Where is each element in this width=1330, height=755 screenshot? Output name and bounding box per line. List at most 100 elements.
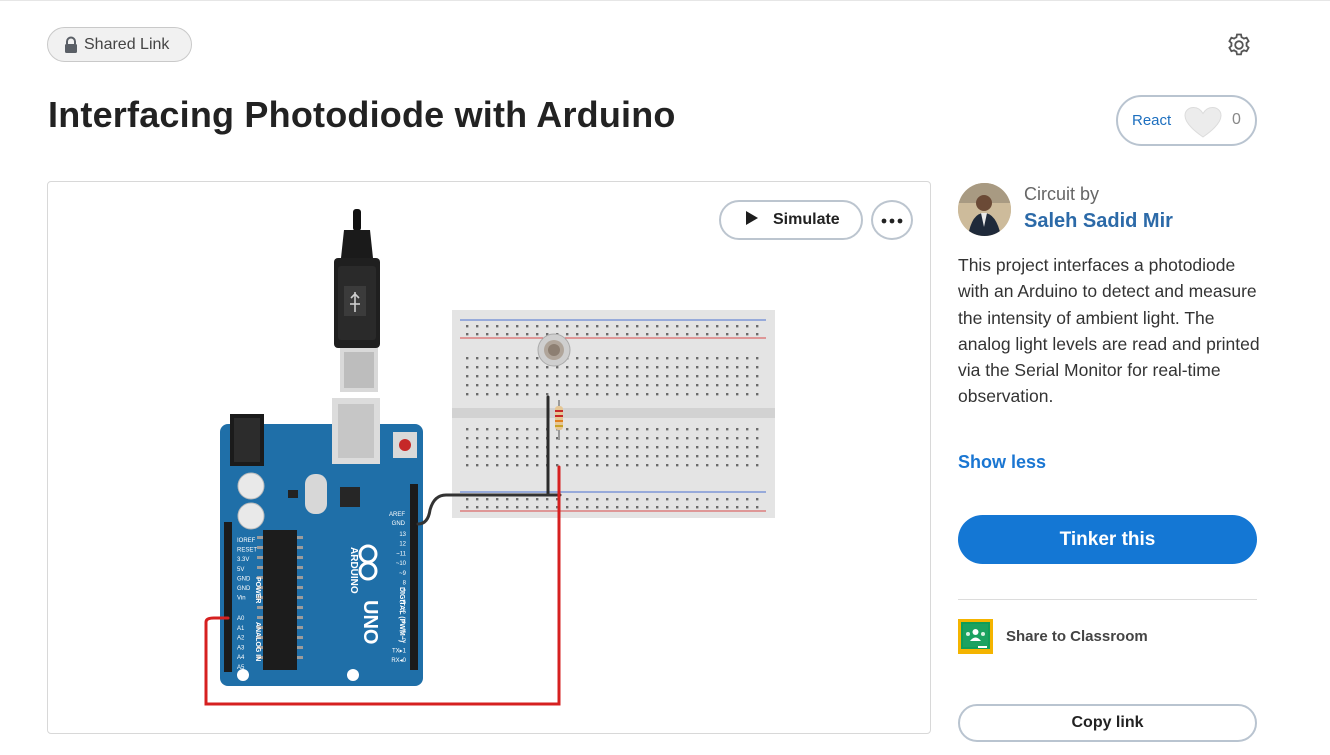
breadboard-hole: [586, 333, 589, 336]
breadboard-hole: [696, 384, 699, 387]
breadboard-hole: [566, 437, 569, 440]
react-button[interactable]: React 0: [1116, 95, 1257, 146]
breadboard-hole: [616, 464, 619, 467]
breadboard-hole: [616, 455, 619, 458]
breadboard-hole: [736, 375, 739, 378]
arduino-analog-label: ANALOG IN: [254, 622, 261, 661]
breadboard-hole: [706, 393, 709, 396]
breadboard-hole: [746, 464, 749, 467]
breadboard-hole: [486, 333, 489, 336]
breadboard-hole: [496, 455, 499, 458]
breadboard-hole: [716, 428, 719, 431]
breadboard-hole: [746, 506, 749, 509]
breadboard-hole: [646, 498, 649, 501]
breadboard-hole: [616, 446, 619, 449]
simulate-button[interactable]: Simulate: [719, 200, 863, 240]
show-less-link[interactable]: Show less: [958, 452, 1046, 473]
breadboard-hole: [686, 446, 689, 449]
breadboard-hole: [526, 428, 529, 431]
breadboard-hole: [616, 428, 619, 431]
pin-label-analog: A4: [237, 655, 245, 661]
breadboard-hole: [596, 498, 599, 501]
tinker-this-button[interactable]: Tinker this: [958, 515, 1257, 564]
breadboard-hole: [496, 366, 499, 369]
breadboard-hole: [616, 498, 619, 501]
breadboard-hole: [606, 357, 609, 360]
breadboard-hole: [466, 375, 469, 378]
breadboard-hole: [516, 366, 519, 369]
breadboard-hole: [666, 357, 669, 360]
breadboard-hole: [646, 384, 649, 387]
breadboard-hole: [536, 333, 539, 336]
breadboard-hole: [576, 375, 579, 378]
breadboard-hole: [576, 357, 579, 360]
breadboard-hole: [466, 498, 469, 501]
heart-icon: [1184, 106, 1222, 143]
breadboard-hole: [516, 357, 519, 360]
breadboard-hole: [526, 366, 529, 369]
breadboard-hole: [556, 455, 559, 458]
breadboard-hole: [616, 437, 619, 440]
breadboard-hole: [516, 506, 519, 509]
breadboard-hole: [626, 455, 629, 458]
breadboard-hole: [636, 325, 639, 328]
breadboard-hole: [696, 366, 699, 369]
breadboard-hole: [616, 393, 619, 396]
photodiode: [537, 333, 571, 367]
breadboard-hole: [636, 498, 639, 501]
breadboard-hole: [676, 325, 679, 328]
copy-link-button[interactable]: Copy link: [958, 704, 1257, 742]
breadboard-hole: [686, 366, 689, 369]
breadboard-hole: [506, 325, 509, 328]
breadboard-hole: [486, 375, 489, 378]
breadboard-hole: [756, 384, 759, 387]
breadboard-hole: [546, 506, 549, 509]
author-avatar[interactable]: [958, 183, 1011, 236]
share-to-classroom-button[interactable]: Share to Classroom: [958, 618, 1148, 654]
breadboard-hole: [666, 325, 669, 328]
breadboard-hole: [576, 506, 579, 509]
circuit-canvas[interactable]: ARDUINO UNO DIGITAL (PWM~) POWER ANALOG …: [47, 181, 931, 734]
breadboard-hole: [646, 366, 649, 369]
breadboard-hole: [566, 464, 569, 467]
breadboard: [452, 310, 775, 518]
breadboard-hole: [696, 357, 699, 360]
breadboard-hole: [716, 357, 719, 360]
breadboard-hole: [756, 357, 759, 360]
breadboard-hole: [676, 464, 679, 467]
breadboard-hole: [636, 366, 639, 369]
breadboard-hole: [546, 375, 549, 378]
breadboard-hole: [756, 428, 759, 431]
pin-label-digital: TX▸1: [392, 648, 407, 654]
breadboard-hole: [596, 393, 599, 396]
breadboard-hole: [746, 498, 749, 501]
breadboard-hole: [556, 375, 559, 378]
breadboard-hole: [756, 464, 759, 467]
breadboard-hole: [486, 464, 489, 467]
breadboard-hole: [716, 366, 719, 369]
breadboard-hole: [526, 455, 529, 458]
author-name-link[interactable]: Saleh Sadid Mir: [1024, 210, 1173, 233]
breadboard-hole: [706, 437, 709, 440]
breadboard-hole: [536, 464, 539, 467]
breadboard-hole: [666, 464, 669, 467]
breadboard-hole: [736, 357, 739, 360]
breadboard-hole: [496, 498, 499, 501]
pin-label-digital: ~11: [396, 551, 406, 557]
breadboard-hole: [656, 437, 659, 440]
breadboard-hole: [566, 366, 569, 369]
shared-link-badge[interactable]: Shared Link: [47, 27, 192, 62]
breadboard-hole: [636, 357, 639, 360]
breadboard-hole: [466, 333, 469, 336]
breadboard-hole: [626, 446, 629, 449]
breadboard-hole: [726, 498, 729, 501]
gear-icon[interactable]: [1226, 32, 1252, 58]
breadboard-hole: [626, 428, 629, 431]
project-description: This project interfaces a photodiode wit…: [958, 255, 1260, 407]
more-options-button[interactable]: [871, 200, 913, 240]
breadboard-hole: [526, 437, 529, 440]
breadboard-hole: [676, 393, 679, 396]
arduino-power-label: POWER: [254, 577, 261, 603]
breadboard-hole: [666, 455, 669, 458]
breadboard-hole: [756, 393, 759, 396]
